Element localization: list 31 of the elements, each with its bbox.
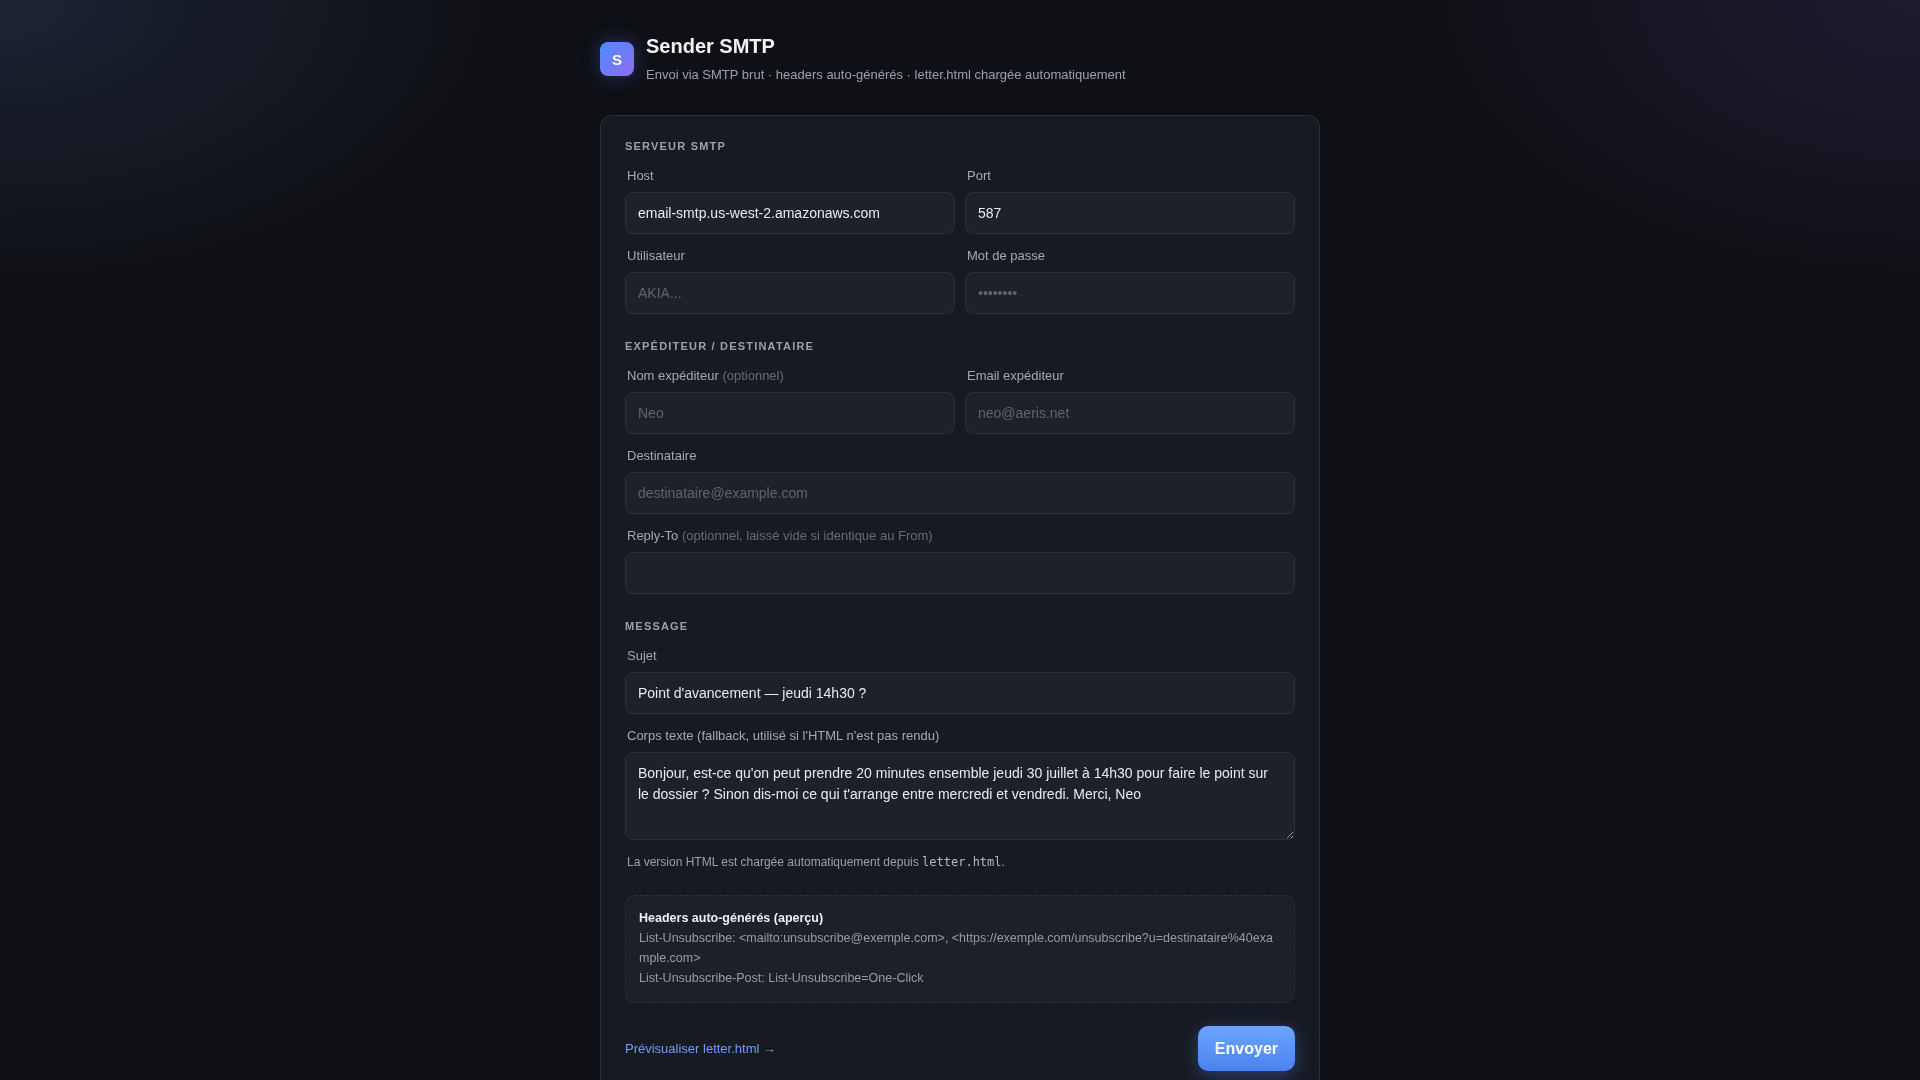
text-field[interactable]: email-smtp.us-west-2.amazonaws.com: [625, 192, 955, 234]
text-field[interactable]: ••••••••: [965, 272, 1295, 314]
text-field[interactable]: Neo: [625, 392, 955, 434]
text-area-field[interactable]: Bonjour, est-ce qu'on peut prendre 20 minutes ensemble jeudi 30 juillet à 14h30 pour faire le point sur le dossier ? Sinon dis-moi ce qui t'arrange entre mercredi et vendredi. Merci, Neo: [625, 752, 1295, 840]
app-subtitle: Envoi via SMTP brut · headers auto-générés · letter.html chargée automatiquement: [646, 66, 1126, 84]
field-label: Email expéditeur: [966, 368, 1064, 384]
field-label: Corps texte (fallback, utilisé si l'HTML n'est pas rendu): [626, 728, 940, 744]
field-label: Reply-To (optionnel, laissé vide si identique au From): [626, 528, 933, 544]
preview-title: Headers auto-générés (aperçu): [639, 910, 825, 927]
header-line: List-Unsubscribe: <mailto:unsubscribe@exemple.com>, <https://exemple.com/unsubscribe?u=destinataire%40example.com>: [639, 930, 1274, 967]
text-field[interactable]: neo@aeris.net: [965, 392, 1295, 434]
field-label: Utilisateur: [626, 248, 685, 264]
preview-link[interactable]: Prévisualiser letter.html →: [625, 1040, 776, 1057]
section-title: EXPÉDITEUR / DESTINATAIRE: [625, 339, 816, 353]
text-field[interactable]: Point d'avancement — jeudi 14h30 ?: [625, 672, 1295, 714]
header-line: List-Unsubscribe-Post: List-Unsubscribe=One-Click: [639, 970, 925, 987]
app-logo: S: [600, 42, 634, 76]
text-field[interactable]: 587: [965, 192, 1295, 234]
section-title: MESSAGE: [625, 619, 690, 633]
field-label: Nom expéditeur (optionnel): [626, 368, 784, 384]
field-label: Sujet: [626, 648, 657, 664]
text-field[interactable]: AKIA...: [625, 272, 955, 314]
field-label: Port: [966, 168, 991, 184]
section-title: SERVEUR SMTP: [625, 139, 727, 153]
app-title: Sender SMTP: [646, 34, 776, 58]
hint-text: La version HTML est chargée automatiquement depuis letter.html.: [626, 854, 1006, 870]
text-field[interactable]: [625, 552, 1295, 594]
field-label: Mot de passe: [966, 248, 1046, 264]
field-label: Host: [626, 168, 654, 184]
field-label: Destinataire: [626, 448, 697, 464]
text-field[interactable]: destinataire@example.com: [625, 472, 1295, 514]
